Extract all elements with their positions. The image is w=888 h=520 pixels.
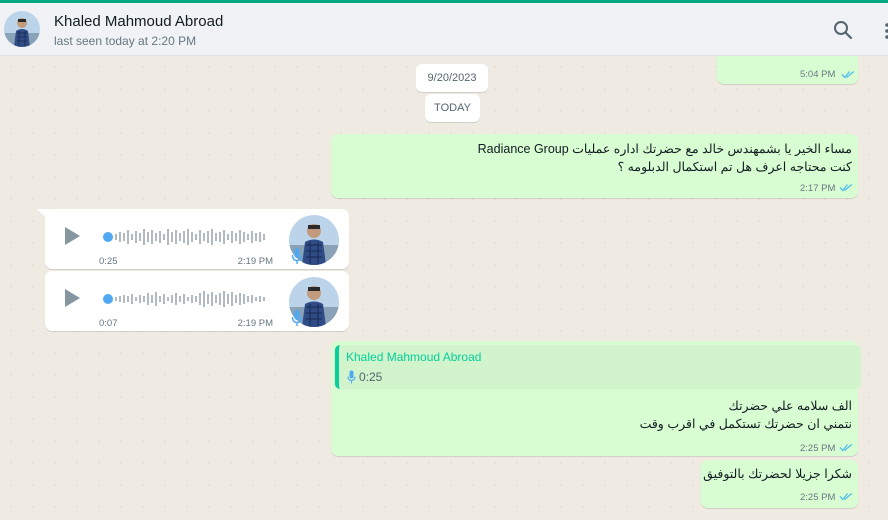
message-time: 5:04 PM — [800, 69, 836, 80]
quoted-sender-name: Khaled Mahmoud Abroad — [346, 350, 482, 364]
voice-waveform[interactable] — [115, 285, 267, 313]
menu-dots-icon[interactable] — [878, 21, 888, 41]
search-icon[interactable] — [832, 19, 854, 41]
voice-progress-dot[interactable] — [103, 232, 113, 242]
chat-header[interactable]: Khaled Mahmoud Abroad last seen today at… — [0, 3, 888, 56]
contact-avatar[interactable] — [4, 11, 40, 47]
voice-message[interactable]: 0:25 2:19 PM — [45, 209, 349, 269]
play-icon[interactable] — [63, 226, 81, 246]
message-time: 2:17 PM — [800, 183, 836, 194]
message-time: 2:19 PM — [237, 318, 273, 329]
double-check-icon — [839, 443, 853, 452]
message-bubble-partial[interactable]: 5:04 PM — [717, 56, 858, 84]
message-bubble[interactable]: شكرا جزيلا لحضرتك بالتوفيق 2:25 PM — [701, 460, 858, 508]
chat-area[interactable]: 5:04 PM 9/20/2023 TODAY مساء الخير يا بش… — [0, 56, 888, 520]
play-icon[interactable] — [63, 288, 81, 308]
contact-name[interactable]: Khaled Mahmoud Abroad — [54, 13, 223, 30]
date-chip: 9/20/2023 — [416, 64, 488, 92]
message-time: 2:19 PM — [237, 256, 273, 267]
quoted-voice-duration: 0:25 — [359, 370, 383, 384]
double-check-icon — [839, 492, 853, 501]
microphone-icon — [291, 310, 303, 326]
voice-duration: 0:07 — [99, 318, 118, 329]
message-text-line2: نتمني ان حضرتك تستكمل في اقرب وقت — [639, 417, 852, 431]
message-time: 2:25 PM — [800, 492, 836, 503]
quoted-message[interactable]: Khaled Mahmoud Abroad 0:25 — [335, 345, 861, 389]
message-text-line1: الف سلامه علي حضرتك — [728, 399, 852, 413]
voice-duration: 0:25 — [99, 256, 118, 267]
microphone-icon — [291, 248, 303, 264]
double-check-icon — [841, 70, 855, 79]
message-time: 2:25 PM — [800, 443, 836, 454]
double-check-icon — [839, 183, 853, 192]
message-text: شكرا جزيلا لحضرتك بالتوفيق — [703, 467, 852, 481]
reply-message-bubble[interactable]: Khaled Mahmoud Abroad 0:25 الف سلامه علي… — [331, 341, 861, 456]
voice-progress-dot[interactable] — [103, 294, 113, 304]
voice-waveform[interactable] — [115, 223, 267, 251]
microphone-icon — [347, 370, 356, 384]
message-text-line1: مساء الخير يا بشمهندس خالد مع حضرتك ادار… — [477, 142, 852, 156]
message-text-line2: كنت محتاجه اعرف هل تم استكمال الدبلومه ؟ — [617, 160, 852, 174]
message-bubble[interactable]: مساء الخير يا بشمهندس خالد مع حضرتك ادار… — [331, 134, 858, 198]
contact-status: last seen today at 2:20 PM — [54, 34, 197, 48]
voice-message[interactable]: 0:07 2:19 PM — [45, 271, 349, 331]
date-chip-today: TODAY — [425, 94, 480, 122]
